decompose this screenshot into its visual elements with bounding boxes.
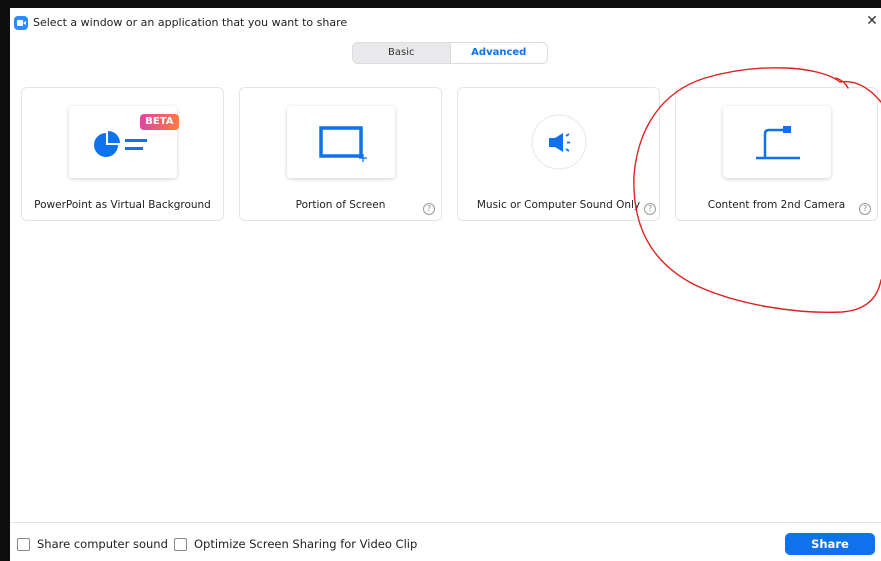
- dialog-footer: Share computer sound Optimize Screen Sha…: [10, 522, 881, 561]
- document-camera-icon: [755, 126, 800, 160]
- screen-frame-left: [0, 0, 10, 561]
- optimize-video-label: Optimize Screen Sharing for Video Clip: [194, 537, 418, 551]
- option-label: PowerPoint as Virtual Background: [34, 199, 211, 211]
- share-computer-sound-checkbox[interactable]: [17, 538, 30, 551]
- option-portion-of-screen[interactable]: Portion of Screen ?: [239, 87, 442, 221]
- mode-tabs: Basic Advanced: [352, 42, 548, 64]
- share-button[interactable]: Share: [785, 533, 875, 555]
- zoom-app-icon: [14, 16, 28, 30]
- option-icon-box: [722, 106, 831, 178]
- option-icon-box: [286, 106, 395, 178]
- help-icon[interactable]: ?: [423, 203, 435, 215]
- tab-basic[interactable]: Basic: [353, 43, 450, 63]
- tab-advanced[interactable]: Advanced: [449, 43, 547, 63]
- title-bar: Select a window or an application that y…: [10, 8, 881, 38]
- option-icon-box: BETA: [68, 106, 179, 178]
- help-icon[interactable]: ?: [644, 203, 656, 215]
- close-icon[interactable]: ✕: [865, 14, 879, 28]
- share-screen-dialog: Select a window or an application that y…: [10, 8, 881, 561]
- option-powerpoint-background[interactable]: BETA PowerPoint as Virtual Background: [21, 87, 224, 221]
- help-icon[interactable]: ?: [859, 203, 871, 215]
- option-label: Music or Computer Sound Only: [476, 199, 641, 211]
- share-computer-sound-label: Share computer sound: [37, 537, 168, 551]
- option-computer-sound-only[interactable]: Music or Computer Sound Only ?: [457, 87, 660, 221]
- option-label: Content from 2nd Camera: [707, 199, 846, 211]
- option-content-2nd-camera[interactable]: Content from 2nd Camera ?: [675, 87, 878, 221]
- beta-badge: BETA: [140, 114, 179, 130]
- optimize-video-checkbox[interactable]: [174, 538, 187, 551]
- window-title: Select a window or an application that y…: [33, 16, 348, 29]
- screen-frame-top: [0, 0, 881, 8]
- screen-portion-icon: [318, 126, 367, 162]
- speaker-icon: [531, 114, 587, 170]
- option-label: Portion of Screen: [295, 199, 386, 211]
